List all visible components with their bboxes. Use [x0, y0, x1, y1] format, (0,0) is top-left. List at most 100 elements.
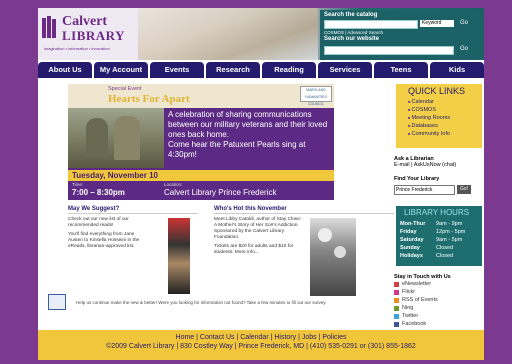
portrait-face-2: [334, 246, 346, 258]
library-logo[interactable]: Calvert LIBRARY imagination • informatio…: [42, 12, 130, 56]
hours-time: Closed: [436, 253, 454, 259]
nav-research[interactable]: Research: [206, 62, 260, 78]
website-go-button[interactable]: Go: [460, 46, 468, 52]
hours-row: Mon-Thur 9am - 9pm: [400, 220, 465, 228]
special-event-label: Special Event: [108, 86, 142, 92]
catalog-go-button[interactable]: Go: [460, 20, 468, 26]
hours-row: Saturday 9am - 5pm: [400, 236, 465, 244]
event-description-text: A celebration of sharing communications …: [168, 110, 328, 139]
newsletter-icon: [394, 281, 399, 287]
search-scope-select[interactable]: Keyword: [420, 20, 454, 27]
book-covers-image[interactable]: [168, 218, 190, 294]
soldier-figure-2: [114, 116, 140, 160]
event-date: Tuesday, November 10: [68, 170, 334, 181]
facebook-icon: [394, 321, 399, 327]
search-website-label: Search our website: [324, 36, 380, 42]
whos-hot: Who's Hot this November Meet Libby Catal…: [214, 206, 394, 256]
logo-line2: LIBRARY: [62, 28, 125, 43]
suggest-title[interactable]: May We Suggest?: [68, 206, 198, 214]
page: Calvert LIBRARY imagination • informatio…: [38, 8, 484, 360]
quick-links-title: QUICK LINKS: [408, 86, 466, 96]
hours-day: Friday: [400, 229, 417, 235]
hours-day: Saturday: [400, 237, 424, 243]
find-title: Find Your Library: [394, 176, 440, 182]
stay-link-label: Facebook: [402, 321, 427, 327]
event-banner[interactable]: Special Event Hearts For Apart MARYLAND …: [68, 84, 334, 200]
twitter-icon: [394, 313, 399, 319]
footer-copyright: ©2009 Calvert Library | 830 Costley Way …: [106, 343, 416, 350]
catalog-links[interactable]: COSMOS | Advanced Search: [324, 30, 383, 35]
nav-services[interactable]: Services: [318, 62, 372, 78]
stay-link-rss[interactable]: RSS of Events: [394, 296, 484, 304]
soldier-photo: [68, 108, 164, 168]
nav-my-account[interactable]: My Account: [94, 62, 148, 78]
nav-teens[interactable]: Teens: [374, 62, 428, 78]
quick-link-community-info[interactable]: Community Info: [408, 130, 451, 138]
hours-time: 9am - 9pm: [436, 221, 463, 227]
nav-events[interactable]: Events: [150, 62, 204, 78]
suggest-text-1: Check out our new list of our recommende…: [68, 217, 129, 228]
feedback-text[interactable]: Help us continue make the new & better! …: [76, 300, 326, 305]
time-value: 7:00 – 8:30pm: [72, 188, 125, 197]
quick-link-calendar[interactable]: Calendar: [408, 98, 450, 106]
hours-row: Holidays Closed: [400, 252, 465, 260]
hours-time: Closed: [436, 245, 454, 251]
stay-link-enewsletter[interactable]: eNewsletter: [394, 280, 484, 288]
suggest-text-2: You'll find everything from Jane Austen …: [68, 232, 140, 249]
time-label: Time:: [72, 182, 84, 187]
hours-row: Friday 12pm - 5pm: [400, 228, 465, 236]
flickr-icon: [394, 289, 399, 295]
stay-link-facebook[interactable]: Facebook: [394, 320, 484, 328]
event-description: A celebration of sharing communications …: [168, 110, 330, 160]
stay-link-twitter[interactable]: Twitter: [394, 312, 484, 320]
hours-row: Sunday Closed: [400, 244, 465, 252]
location-value: Calvert Library Prince Frederick: [164, 188, 277, 197]
quick-links-box: QUICK LINKS Calendar COSMOS Meeting Room…: [396, 84, 482, 148]
event-description-text2: Come hear the Patuxent Pearls sing at 4:…: [168, 140, 306, 159]
library-select[interactable]: Prince Frederick: [394, 185, 455, 195]
stay-link-label: Twitter: [402, 313, 419, 319]
month-text-2: Tickets are $20 for adults and $10 for s…: [214, 244, 294, 255]
author-portrait: [310, 218, 356, 296]
logo-tagline: imagination • information • innovation: [44, 46, 110, 51]
month-text-1: Meet Libby Cataldi, author of Stay Close…: [214, 217, 302, 240]
event-title: Hearts For Apart: [108, 93, 190, 105]
find-library: Find Your Library Prince Frederick Go!: [394, 176, 471, 195]
stay-in-touch: Stay in Touch with Us eNewsletter Flickr…: [394, 274, 484, 328]
header-photo: [138, 8, 318, 60]
ask-librarian: Ask a Librarian E-mail | AskUsNow (chat): [394, 156, 484, 168]
catalog-search-input[interactable]: [324, 20, 418, 29]
website-search-input[interactable]: [324, 46, 454, 55]
hours-time: 12pm - 5pm: [436, 229, 466, 235]
footer: Home | Contact Us | Calendar | History |…: [38, 330, 484, 360]
main-nav: About Us My Account Events Research Read…: [38, 62, 484, 78]
quick-link-meeting-rooms[interactable]: Meeting Rooms: [408, 114, 451, 122]
hours-day: Mon-Thur: [400, 221, 426, 227]
hours-day: Holidays: [400, 253, 423, 259]
stay-link-label: Ning: [402, 305, 414, 311]
hours-time: 9am - 5pm: [436, 237, 463, 243]
stay-link-ning[interactable]: Ning: [394, 304, 484, 312]
quick-link-databases[interactable]: Databases: [408, 122, 450, 130]
ask-links[interactable]: E-mail | AskUsNow (chat): [394, 162, 484, 168]
books-icon: [42, 16, 56, 38]
nav-reading[interactable]: Reading: [262, 62, 316, 78]
location-label: Location:: [164, 182, 183, 187]
soldier-figure-1: [86, 118, 108, 158]
search-catalog-label: Search the catalog: [324, 12, 378, 18]
stay-link-label: Flickr: [402, 289, 416, 295]
find-go-button[interactable]: Go!: [457, 185, 471, 194]
month-title[interactable]: Who's Hot this November: [214, 206, 394, 214]
sponsor-badge: MARYLAND HUMANITIES COUNCIL: [300, 86, 332, 106]
portrait-face-1: [318, 228, 332, 242]
footer-links[interactable]: Home | Contact Us | Calendar | History |…: [38, 334, 484, 341]
stay-link-flickr[interactable]: Flickr: [394, 288, 484, 296]
nav-about-us[interactable]: About Us: [38, 62, 92, 78]
search-panel: Search the catalog Keyword Go COSMOS | A…: [320, 10, 484, 60]
survey-icon[interactable]: [48, 294, 66, 310]
library-hours: LIBRARY HOURS Mon-Thur 9am - 9pm Friday 12…: [396, 206, 482, 266]
hours-title: LIBRARY HOURS: [404, 208, 470, 217]
quick-link-cosmos[interactable]: COSMOS: [408, 106, 450, 114]
header: Calvert LIBRARY imagination • informatio…: [38, 8, 484, 60]
nav-kids[interactable]: Kids: [430, 62, 484, 78]
